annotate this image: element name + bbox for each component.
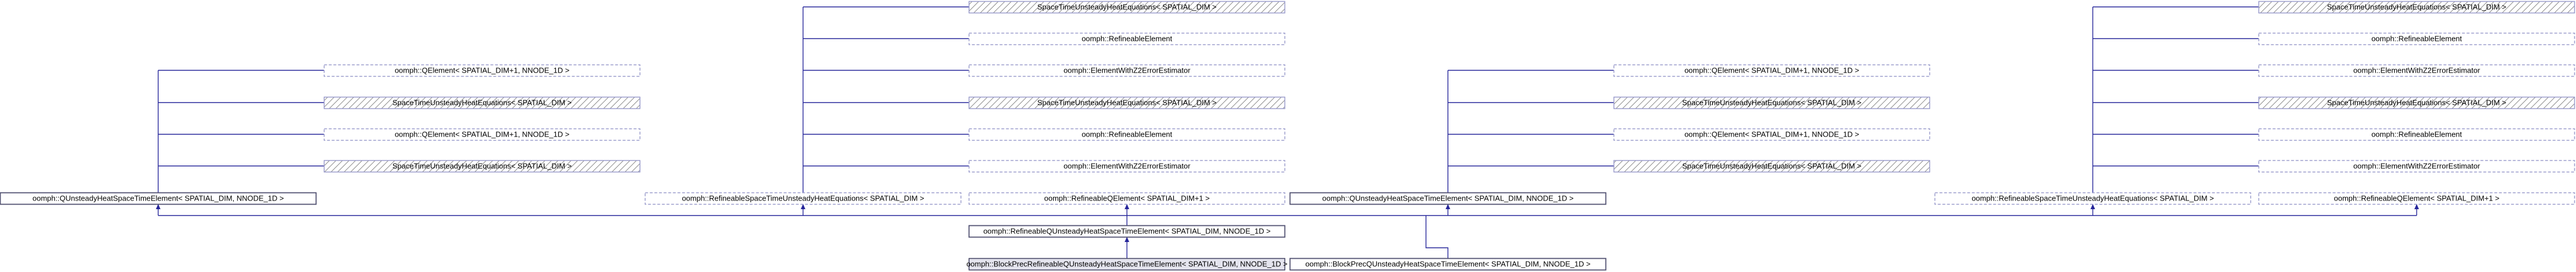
class-label: oomph::RefineableQUnsteadyHeatSpaceTimeE… <box>983 226 1271 235</box>
class-label: SpaceTimeUnsteadyHeatEquations< SPATIAL_… <box>1682 161 1861 170</box>
class-label: oomph::RefineableSpaceTimeUnsteadyHeatEq… <box>1972 194 2214 202</box>
arrowhead-icon <box>2414 204 2419 209</box>
class-label: oomph::RefineableElement <box>1082 34 1173 43</box>
class-node-q-unsteady[interactable]: oomph::QUnsteadyHeatSpaceTimeElement< SP… <box>0 192 317 205</box>
class-node-spacetime-eq[interactable]: SpaceTimeUnsteadyHeatEquations< SPATIAL_… <box>968 1 1286 14</box>
class-node-spacetime-eq[interactable]: SpaceTimeUnsteadyHeatEquations< SPATIAL_… <box>2258 1 2575 14</box>
diagram-nodes: SpaceTimeUnsteadyHeatEquations< SPATIAL_… <box>0 1 2575 271</box>
class-node-refineable-element[interactable]: oomph::RefineableElement <box>2258 128 2575 141</box>
inheritance-edge <box>1425 216 1448 258</box>
class-node-qelement[interactable]: oomph::QElement< SPATIAL_DIM+1, NNODE_1D… <box>323 64 641 77</box>
class-label: oomph::RefineableElement <box>1082 130 1173 138</box>
class-label: oomph::QElement< SPATIAL_DIM+1, NNODE_1D… <box>395 130 570 138</box>
class-node-spacetime-eq[interactable]: SpaceTimeUnsteadyHeatEquations< SPATIAL_… <box>1613 96 1931 109</box>
class-label: oomph::BlockPrecQUnsteadyHeatSpaceTimeEl… <box>1305 259 1591 268</box>
class-node-q-unsteady[interactable]: oomph::QUnsteadyHeatSpaceTimeElement< SP… <box>1289 192 1607 205</box>
class-label: SpaceTimeUnsteadyHeatEquations< SPATIAL_… <box>1037 98 1216 107</box>
inheritance-diagram: SpaceTimeUnsteadyHeatEquations< SPATIAL_… <box>0 1 2575 271</box>
class-label: oomph::RefineableQElement< SPATIAL_DIM+1… <box>1044 194 1210 202</box>
class-label: SpaceTimeUnsteadyHeatEquations< SPATIAL_… <box>393 98 572 107</box>
class-node-refineable-element[interactable]: oomph::RefineableElement <box>2258 32 2575 46</box>
class-node-refineable-eq[interactable]: oomph::RefineableSpaceTimeUnsteadyHeatEq… <box>644 192 962 205</box>
class-label: SpaceTimeUnsteadyHeatEquations< SPATIAL_… <box>2327 98 2506 107</box>
arrowhead-icon <box>1125 204 1129 209</box>
class-label: oomph::QUnsteadyHeatSpaceTimeElement< SP… <box>32 194 283 202</box>
class-label: oomph::ElementWithZ2ErrorEstimator <box>1063 161 1190 170</box>
class-node-spacetime-eq[interactable]: SpaceTimeUnsteadyHeatEquations< SPATIAL_… <box>968 96 1286 109</box>
class-label: oomph::RefineableSpaceTimeUnsteadyHeatEq… <box>682 194 924 202</box>
class-label: oomph::QElement< SPATIAL_DIM+1, NNODE_1D… <box>1685 130 1860 138</box>
class-label: oomph::RefineableElement <box>2372 34 2462 43</box>
class-label: oomph::ElementWithZ2ErrorEstimator <box>2353 66 2480 74</box>
class-label: SpaceTimeUnsteadyHeatEquations< SPATIAL_… <box>1682 98 1861 107</box>
class-node-error-estimator[interactable]: oomph::ElementWithZ2ErrorEstimator <box>2258 64 2575 77</box>
class-node-qelement[interactable]: oomph::QElement< SPATIAL_DIM+1, NNODE_1D… <box>1613 64 1931 77</box>
class-node-qelement[interactable]: oomph::QElement< SPATIAL_DIM+1, NNODE_1D… <box>1613 128 1931 141</box>
class-node-spacetime-eq[interactable]: SpaceTimeUnsteadyHeatEquations< SPATIAL_… <box>323 160 641 173</box>
arrowhead-icon <box>801 204 805 209</box>
class-node-refineable-q-unsteady[interactable]: oomph::RefineableQUnsteadyHeatSpaceTimeE… <box>968 225 1286 238</box>
class-node-error-estimator[interactable]: oomph::ElementWithZ2ErrorEstimator <box>968 64 1286 77</box>
class-node-spacetime-eq[interactable]: SpaceTimeUnsteadyHeatEquations< SPATIAL_… <box>323 96 641 109</box>
arrowhead-icon <box>2090 204 2095 209</box>
class-label: oomph::QElement< SPATIAL_DIM+1, NNODE_1D… <box>1685 66 1860 74</box>
class-node-block-prec-2[interactable]: oomph::BlockPrecQUnsteadyHeatSpaceTimeEl… <box>1289 258 1607 271</box>
class-label: oomph::BlockPrecRefineableQUnsteadyHeatS… <box>966 259 1287 268</box>
class-label: SpaceTimeUnsteadyHeatEquations< SPATIAL_… <box>393 161 572 170</box>
class-label: oomph::ElementWithZ2ErrorEstimator <box>2353 161 2480 170</box>
class-node-refineable-qelement[interactable]: oomph::RefineableQElement< SPATIAL_DIM+1… <box>2258 192 2575 205</box>
class-label: oomph::ElementWithZ2ErrorEstimator <box>1063 66 1190 74</box>
class-node-refineable-eq[interactable]: oomph::RefineableSpaceTimeUnsteadyHeatEq… <box>1934 192 2252 205</box>
class-node-refineable-qelement[interactable]: oomph::RefineableQElement< SPATIAL_DIM+1… <box>968 192 1286 205</box>
class-node-error-estimator[interactable]: oomph::ElementWithZ2ErrorEstimator <box>968 160 1286 173</box>
class-node-error-estimator[interactable]: oomph::ElementWithZ2ErrorEstimator <box>2258 160 2575 173</box>
class-node-spacetime-eq[interactable]: SpaceTimeUnsteadyHeatEquations< SPATIAL_… <box>1613 160 1931 173</box>
class-node-refineable-element[interactable]: oomph::RefineableElement <box>968 128 1286 141</box>
class-node-spacetime-eq[interactable]: SpaceTimeUnsteadyHeatEquations< SPATIAL_… <box>2258 96 2575 109</box>
class-label: oomph::RefineableQElement< SPATIAL_DIM+1… <box>2334 194 2500 202</box>
class-label: oomph::QUnsteadyHeatSpaceTimeElement< SP… <box>1322 194 1573 202</box>
class-node-block-prec-1[interactable]: oomph::BlockPrecRefineableQUnsteadyHeatS… <box>966 258 1287 271</box>
class-label: SpaceTimeUnsteadyHeatEquations< SPATIAL_… <box>2327 2 2506 11</box>
class-label: oomph::QElement< SPATIAL_DIM+1, NNODE_1D… <box>395 66 570 74</box>
class-label: oomph::RefineableElement <box>2372 130 2462 138</box>
class-label: SpaceTimeUnsteadyHeatEquations< SPATIAL_… <box>1037 2 1216 11</box>
class-node-qelement[interactable]: oomph::QElement< SPATIAL_DIM+1, NNODE_1D… <box>323 128 641 141</box>
class-node-refineable-element[interactable]: oomph::RefineableElement <box>968 32 1286 46</box>
